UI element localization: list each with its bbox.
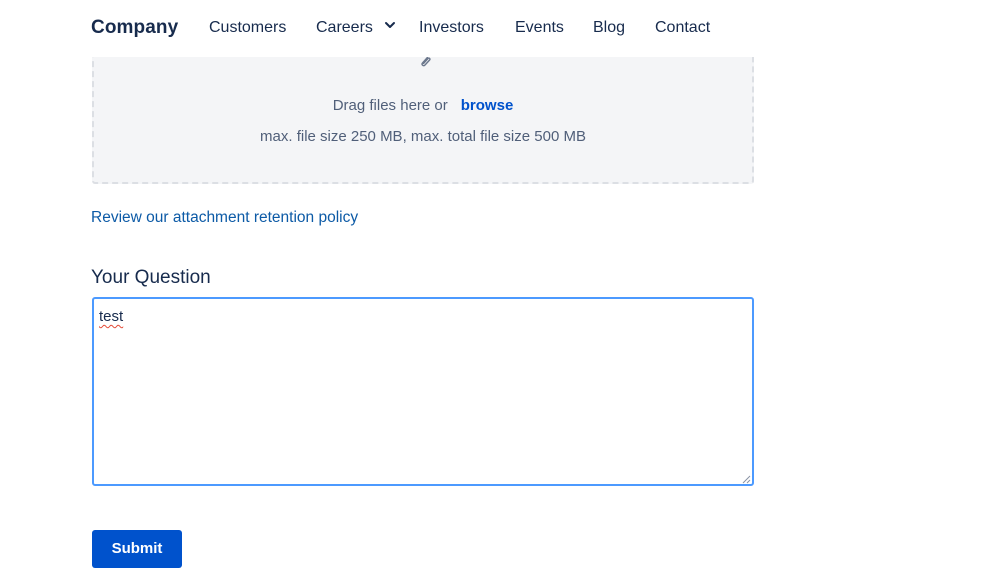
nav-item-contact[interactable]: Contact [655,19,710,37]
brand-logo[interactable]: Company [91,17,178,39]
question-label: Your Question [91,267,211,288]
retention-policy-link[interactable]: Review our attachment retention policy [91,209,358,227]
top-navigation: Company Customers Careers Investors Even… [0,0,998,57]
nav-item-label: Investors [419,19,484,36]
question-textarea[interactable] [92,297,754,486]
file-dropzone[interactable]: Drag files here or browse max. file size … [92,36,754,184]
nav-item-blog[interactable]: Blog [593,19,625,37]
nav-item-investors[interactable]: Investors [419,19,484,37]
nav-item-label: Careers [316,19,373,36]
file-size-limits: max. file size 250 MB, max. total file s… [260,128,586,145]
chevron-down-icon [385,22,396,28]
submit-button[interactable]: Submit [92,530,182,568]
nav-item-label: Contact [655,19,711,36]
nav-item-label: Customers [209,19,287,36]
drag-text: Drag files here or [332,97,448,114]
resize-handle-icon[interactable] [741,474,751,484]
nav-item-label: Events [515,19,564,36]
nav-item-customers[interactable]: Customers [209,19,286,37]
nav-item-events[interactable]: Events [515,19,564,37]
nav-item-careers[interactable]: Careers [316,19,396,37]
browse-link[interactable]: browse [461,97,514,114]
nav-item-label: Blog [593,19,626,36]
drop-instructions: Drag files here or browse [94,97,752,114]
